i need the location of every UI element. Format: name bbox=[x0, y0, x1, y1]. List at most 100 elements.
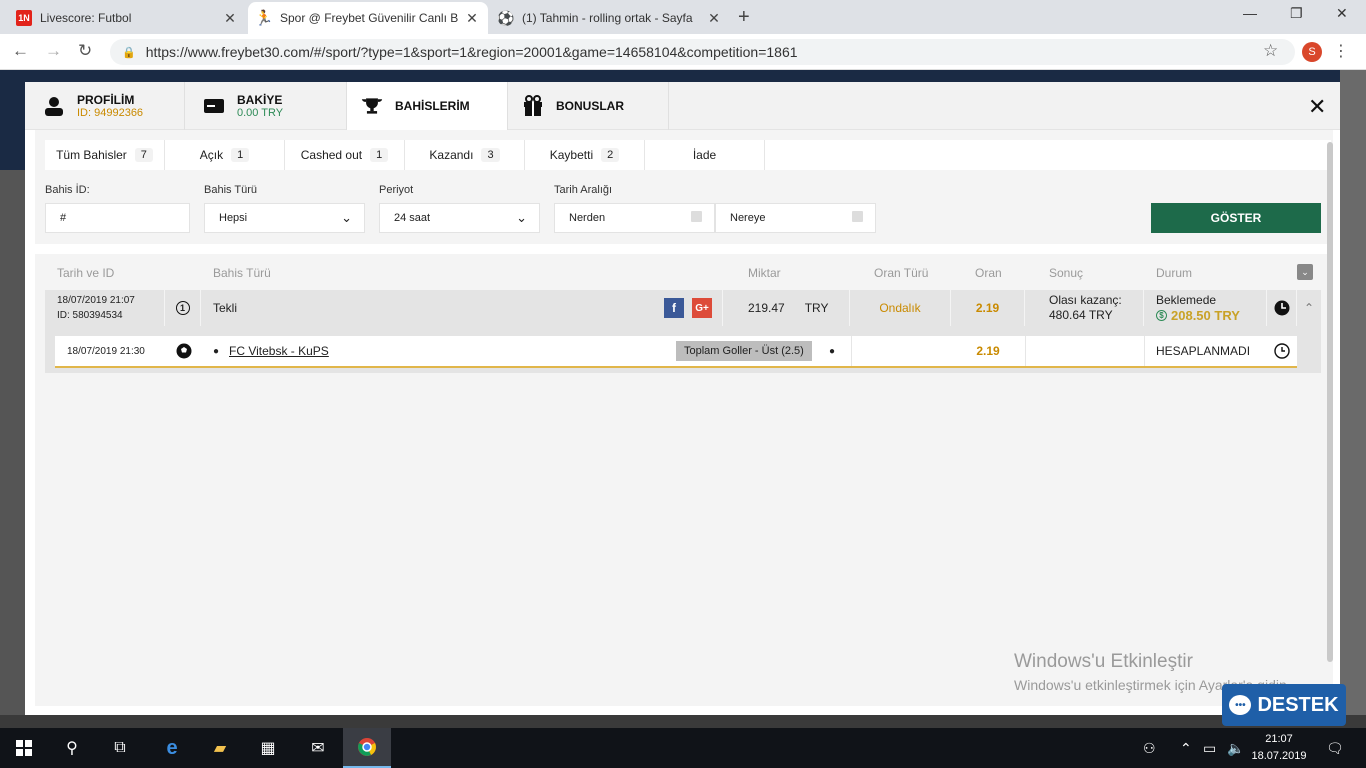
minimize-icon[interactable]: — bbox=[1243, 5, 1257, 21]
clock-outline-icon bbox=[1274, 343, 1290, 359]
bet-type-value: Hepsi bbox=[219, 212, 248, 224]
info-icon[interactable]: ● bbox=[829, 336, 841, 366]
google-plus-share-icon[interactable]: G+ bbox=[692, 298, 712, 318]
chevron-up-tray-icon[interactable]: ⌃ bbox=[1180, 740, 1192, 757]
close-tab-icon[interactable]: ✕ bbox=[464, 10, 480, 27]
date-to-input[interactable]: Nereye bbox=[715, 203, 876, 233]
odds-value: 2.19 bbox=[975, 301, 1000, 315]
mail-icon[interactable]: ✉ bbox=[294, 728, 342, 768]
volume-icon[interactable]: 🔈 bbox=[1227, 740, 1244, 757]
expand-all-icon[interactable]: ⌄ bbox=[1297, 264, 1313, 280]
filter-tab-label: Tüm Bahisler bbox=[56, 148, 127, 162]
url-input[interactable]: 🔒 https://www.freybet30.com/#/sport/?typ… bbox=[110, 39, 1295, 65]
search-icon[interactable]: ⚲ bbox=[48, 728, 96, 768]
wallet-icon bbox=[203, 95, 225, 117]
battery-icon[interactable]: ▭ bbox=[1203, 740, 1216, 757]
filter-tab-won[interactable]: Kazandı 3 bbox=[405, 140, 525, 170]
filter-tab-label: Kazandı bbox=[429, 148, 474, 162]
divider bbox=[1144, 336, 1145, 366]
collapse-row-cell[interactable]: ⌃ bbox=[1297, 290, 1321, 326]
bet-type-icon-cell: 1 bbox=[165, 290, 201, 326]
notifications-icon[interactable]: 🗨 bbox=[1326, 740, 1344, 757]
browser-tab-title: Spor @ Freybet Güvenilir Canlı B bbox=[280, 11, 459, 25]
match-link[interactable]: FC Vitebsk - KuPS bbox=[229, 336, 429, 366]
filter-count-badge: 2 bbox=[601, 148, 620, 162]
filter-tab-cashed-out[interactable]: Cashed out 1 bbox=[285, 140, 405, 170]
col-header-amount: Miktar bbox=[748, 266, 781, 280]
col-header-odds-type: Oran Türü bbox=[874, 266, 929, 280]
close-tab-icon[interactable]: ✕ bbox=[222, 10, 238, 27]
tab-balance-label: BAKİYE bbox=[237, 93, 283, 107]
bullet-icon: ● bbox=[213, 345, 220, 357]
bookmark-star-icon[interactable]: ☆ bbox=[1263, 41, 1278, 61]
edge-browser-icon[interactable]: e bbox=[148, 728, 196, 768]
bet-row[interactable]: 18/07/2019 21:07 ID: 580394534 1 Tekli f… bbox=[45, 290, 1321, 326]
bet-currency: TRY bbox=[804, 301, 829, 315]
forward-arrow-icon[interactable]: → bbox=[45, 41, 62, 61]
close-modal-icon[interactable]: ✕ bbox=[1308, 94, 1326, 120]
calendar-icon bbox=[852, 211, 863, 222]
profile-avatar[interactable]: S bbox=[1302, 42, 1322, 62]
soccer-ball-favicon-icon: ⚽ bbox=[497, 9, 515, 26]
col-header-odds: Oran bbox=[975, 266, 1002, 280]
maximize-icon[interactable]: ❐ bbox=[1290, 5, 1303, 22]
close-window-icon[interactable]: ✕ bbox=[1336, 5, 1348, 22]
balance-value: 0.00 TRY bbox=[237, 107, 284, 119]
windows-taskbar: ⚲ ⧉ e ▰ ▦ ✉ ⚇ ⌃ ▭ 🔈 21:07 18.07.2019 🗨 bbox=[0, 728, 1366, 768]
close-tab-icon[interactable]: ✕ bbox=[706, 10, 722, 27]
odds-type: Ondalık bbox=[879, 301, 921, 315]
cashout-value: 208.50 TRY bbox=[1171, 308, 1240, 323]
modal-scrollbar[interactable] bbox=[1327, 142, 1333, 662]
tab-profile-label: PROFİLİM bbox=[77, 93, 135, 107]
bet-amount: 219.47 bbox=[748, 301, 785, 315]
clock-time: 21:07 bbox=[1265, 733, 1293, 745]
cashout-button[interactable]: $ 208.50 TRY bbox=[1156, 308, 1240, 323]
browser-tab-tahmin[interactable]: ⚽ (1) Tahmin - rolling ortak - Sayfa ✕ bbox=[490, 2, 730, 34]
col-header-result: Sonuç bbox=[1049, 266, 1084, 280]
livescore-favicon-icon: 1N bbox=[16, 10, 32, 26]
filter-tab-lost[interactable]: Kaybetti 2 bbox=[525, 140, 645, 170]
tab-bonuses-label: BONUSLAR bbox=[556, 99, 624, 113]
browser-menu-icon[interactable]: ⋮ bbox=[1333, 41, 1349, 61]
taskbar-clock[interactable]: 21:07 18.07.2019 bbox=[1248, 731, 1310, 765]
reload-icon[interactable]: ↻ bbox=[78, 41, 92, 61]
clock-cell bbox=[1267, 290, 1297, 326]
new-tab-icon[interactable]: + bbox=[738, 6, 750, 29]
filter-tab-all[interactable]: Tüm Bahisler 7 bbox=[45, 140, 165, 170]
bet-id-input[interactable]: # bbox=[45, 203, 190, 233]
filter-count-badge: 3 bbox=[481, 148, 500, 162]
facebook-share-icon[interactable]: f bbox=[664, 298, 684, 318]
period-select[interactable]: 24 saat ⌄ bbox=[379, 203, 540, 233]
soccer-ball-icon bbox=[176, 343, 192, 359]
people-icon[interactable]: ⚇ bbox=[1143, 740, 1156, 757]
back-arrow-icon[interactable]: ← bbox=[12, 41, 29, 61]
bet-id-label: Bahis İD: bbox=[45, 184, 90, 196]
filter-tab-label: Açık bbox=[199, 148, 224, 162]
chrome-icon[interactable] bbox=[343, 728, 391, 768]
support-button[interactable]: ••• DESTEK bbox=[1222, 684, 1346, 726]
selection-row: 18/07/2019 21:30 ● FC Vitebsk - KuPS Top… bbox=[55, 336, 1297, 368]
filter-tab-refund[interactable]: İade bbox=[645, 140, 765, 170]
chevron-down-icon: ⌄ bbox=[341, 210, 352, 225]
store-icon[interactable]: ▦ bbox=[244, 728, 292, 768]
bet-type-select[interactable]: Hepsi ⌄ bbox=[204, 203, 365, 233]
tab-profile[interactable]: PROFİLİM ID: 94992366 bbox=[25, 82, 185, 130]
possible-win-value: 480.64 TRY bbox=[1049, 308, 1113, 322]
browser-tab-freybet[interactable]: 🏃 Spor @ Freybet Güvenilir Canlı B ✕ bbox=[248, 2, 488, 34]
show-button[interactable]: GÖSTER bbox=[1151, 203, 1321, 233]
filter-tab-open[interactable]: Açık 1 bbox=[165, 140, 285, 170]
bet-status-tabs: Tüm Bahisler 7 Açık 1 Cashed out 1 Kazandı 3… bbox=[45, 140, 1331, 170]
runner-favicon-icon: 🏃 bbox=[254, 10, 274, 27]
windows-start-icon[interactable] bbox=[0, 728, 48, 768]
single-bet-icon: 1 bbox=[175, 301, 190, 315]
col-header-status: Durum bbox=[1156, 266, 1193, 280]
tab-bonuses[interactable]: BONUSLAR bbox=[508, 82, 669, 130]
selection-odds: 2.19 bbox=[976, 344, 1000, 358]
date-from-input[interactable]: Nerden bbox=[554, 203, 715, 233]
tab-my-bets[interactable]: BAHİSLERİM bbox=[347, 82, 508, 130]
tab-balance[interactable]: BAKİYE 0.00 TRY bbox=[185, 82, 347, 130]
browser-tab-livescore[interactable]: 1N Livescore: Futbol ✕ bbox=[8, 2, 246, 34]
task-view-icon[interactable]: ⧉ bbox=[96, 728, 144, 768]
file-explorer-icon[interactable]: ▰ bbox=[196, 728, 244, 768]
gift-icon bbox=[522, 95, 544, 117]
